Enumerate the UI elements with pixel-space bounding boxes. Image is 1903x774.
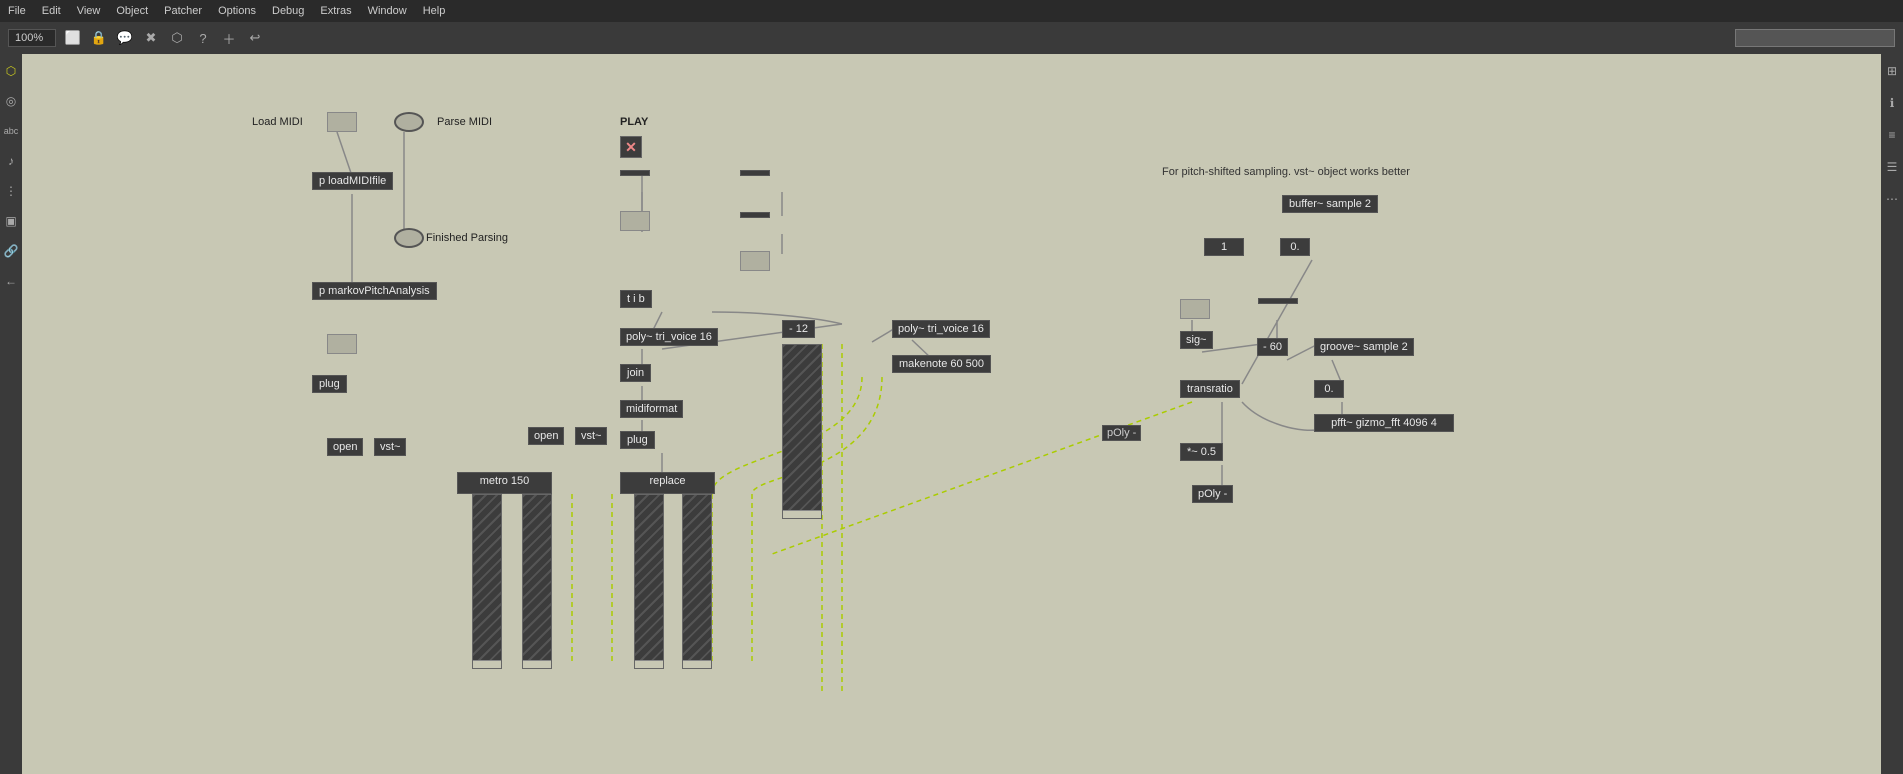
present-mode-icon[interactable]: ⬜	[64, 29, 82, 47]
join[interactable]: midiformat	[620, 400, 683, 418]
makenote[interactable]: join	[620, 364, 651, 382]
right-list2-icon[interactable]: ☰	[1883, 158, 1901, 176]
play-label: PLAY	[620, 116, 648, 128]
buffer-sample[interactable]: 0.	[1280, 238, 1310, 256]
lock-icon[interactable]: 🔒	[90, 29, 108, 47]
toolbar: 100% ⬜ 🔒 💬 ✖ ⬡ ? ＋ ↩	[0, 22, 1903, 54]
metro-150[interactable]	[620, 170, 650, 176]
p-markovPitchAnalysis[interactable]: p markovPitchAnalysis	[312, 282, 437, 300]
new-object-icon[interactable]: ⬡	[168, 29, 186, 47]
vst1-scope-right	[522, 494, 552, 669]
sidebar-back-icon[interactable]: ←	[2, 272, 20, 290]
comment-icon[interactable]: 💬	[116, 29, 134, 47]
sidebar-cube-icon[interactable]: ⬡	[2, 62, 20, 80]
right-list-icon[interactable]: ≡	[1883, 126, 1901, 144]
parse-midi-label: Parse MIDI	[437, 116, 492, 128]
poly-tri-voice-a[interactable]: - 12	[782, 320, 815, 338]
load-midi-label: Load MIDI	[252, 116, 303, 128]
right-info-icon[interactable]: ℹ	[1883, 94, 1901, 112]
menu-patcher[interactable]: Patcher	[164, 5, 202, 17]
menu-help[interactable]: Help	[423, 5, 446, 17]
open-2[interactable]: vst~	[575, 427, 607, 445]
play-bang[interactable]: ✕	[620, 136, 642, 158]
parse-midi-bang[interactable]	[394, 112, 424, 132]
toggle-3[interactable]	[1180, 299, 1210, 319]
search-input[interactable]	[1735, 29, 1895, 47]
load-midi-toggle[interactable]	[327, 112, 357, 132]
transratio[interactable]: 0.	[1314, 380, 1344, 398]
if-stmt[interactable]	[740, 212, 770, 218]
replace-obj[interactable]: buffer~ sample 2	[1282, 195, 1378, 213]
p-loadMIDIfile[interactable]: p loadMIDIfile	[312, 172, 393, 190]
vst2-scope-right	[682, 494, 712, 669]
vst-1[interactable]: metro 150	[457, 472, 552, 494]
patch-canvas: Load MIDI Parse MIDI PLAY Finished Parsi…	[22, 54, 1881, 774]
groove-sample[interactable]: transratio	[1180, 380, 1240, 398]
menu-debug[interactable]: Debug	[272, 5, 304, 17]
vst-2[interactable]: replace	[620, 472, 715, 494]
help-icon[interactable]: ?	[194, 29, 212, 47]
pfft-gizmo[interactable]: *~ 0.5	[1180, 443, 1223, 461]
sidebar-split-icon[interactable]: ⋮	[2, 182, 20, 200]
delete-icon[interactable]: ✖	[142, 29, 160, 47]
undo-icon[interactable]: ↩	[246, 29, 264, 47]
top-comment: For pitch-shifted sampling. vst~ object …	[1162, 166, 1410, 178]
num-0b[interactable]: pfft~ gizmo_fft 4096 4	[1314, 414, 1454, 432]
tib[interactable]: poly~ tri_voice 16	[620, 328, 718, 346]
s-resetMatrix[interactable]: plug	[312, 375, 347, 393]
sidebar-text-icon[interactable]: abc	[2, 122, 20, 140]
menu-extras[interactable]: Extras	[320, 5, 351, 17]
plug-1[interactable]: open	[327, 438, 363, 456]
menu-window[interactable]: Window	[368, 5, 407, 17]
vst2-scope-left	[634, 494, 664, 669]
i-obj[interactable]: sig~	[1180, 331, 1213, 349]
menu-edit[interactable]: Edit	[42, 5, 61, 17]
midiformat[interactable]: plug	[620, 431, 655, 449]
times-0-5[interactable]: pOly -	[1192, 485, 1233, 503]
p-markovPitchGenerate[interactable]: t i b	[620, 290, 652, 308]
num-0[interactable]: 1	[1204, 238, 1244, 256]
toggle-metro[interactable]	[620, 211, 650, 231]
menu-object[interactable]: Object	[116, 5, 148, 17]
sidebar-chain-icon[interactable]: 🔗	[2, 242, 20, 260]
right-grid-icon[interactable]: ⊞	[1883, 62, 1901, 80]
sig-obj[interactable]: - 60	[1257, 338, 1288, 356]
menu-file[interactable]: File	[8, 5, 26, 17]
poly-label: pOly -	[1102, 425, 1141, 441]
plus-icon[interactable]: ＋	[220, 29, 238, 47]
open-1[interactable]: vst~	[374, 438, 406, 456]
sidebar-target-icon[interactable]: ◎	[2, 92, 20, 110]
random-40[interactable]	[740, 170, 770, 176]
sidebar-image-icon[interactable]: ▣	[2, 212, 20, 230]
menu-view[interactable]: View	[77, 5, 101, 17]
left-sidebar: ⬡ ◎ abc ♪ ⋮ ▣ 🔗 ←	[0, 54, 22, 774]
toggle-2[interactable]	[740, 251, 770, 271]
menu-options[interactable]: Options	[218, 5, 256, 17]
finished-parsing-label: Finished Parsing	[426, 232, 508, 244]
vst1-scope-left	[472, 494, 502, 669]
poly-tri-voice-b[interactable]: makenote 60 500	[892, 355, 991, 373]
right-dots-icon[interactable]: ⋯	[1883, 190, 1901, 208]
finished-parsing-bang[interactable]	[394, 228, 424, 248]
connections-layer	[22, 54, 1881, 774]
minus-60[interactable]: groove~ sample 2	[1314, 338, 1414, 356]
zoom-level[interactable]: 100%	[8, 29, 56, 47]
poly-scope	[782, 344, 822, 519]
menu-bar: File Edit View Object Patcher Options De…	[0, 0, 1903, 22]
sidebar-music-icon[interactable]: ♪	[2, 152, 20, 170]
minus-12[interactable]: poly~ tri_voice 16	[892, 320, 990, 338]
toggle-reset[interactable]	[327, 334, 357, 354]
num-1[interactable]	[1258, 298, 1298, 304]
right-sidebar: ⊞ ℹ ≡ ☰ ⋯	[1881, 54, 1903, 774]
plug-2[interactable]: open	[528, 427, 564, 445]
